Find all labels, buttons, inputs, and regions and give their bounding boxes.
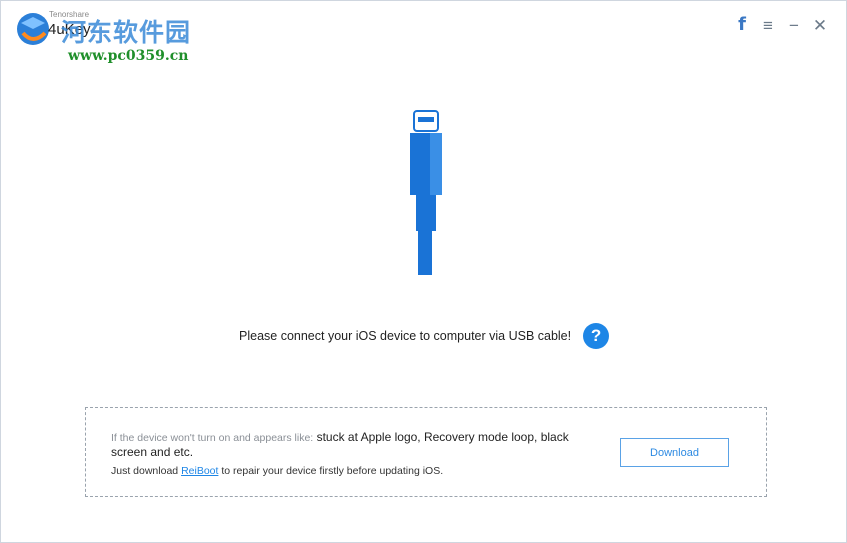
title-bar: Tenorshare 4uKey 河东软件园 www.pc0359.cn f ≡…	[1, 1, 846, 64]
reiboot-link[interactable]: ReiBoot	[181, 465, 218, 477]
reiboot-info-box: If the device won't turn on and appears …	[85, 407, 767, 497]
watermark-text: 河东软件园	[61, 18, 192, 47]
window-controls: f ≡ − ✕	[736, 15, 827, 35]
tenorshare-logo-icon	[17, 13, 49, 45]
download-button[interactable]: Download	[620, 438, 729, 467]
facebook-icon[interactable]: f	[736, 15, 748, 35]
watermark-url: www.pc0359.cn	[68, 48, 189, 64]
app-window: Tenorshare 4uKey 河东软件园 www.pc0359.cn f ≡…	[0, 0, 847, 543]
device-issue-text: If the device won't turn on and appears …	[111, 430, 581, 459]
connect-prompt: Please connect your iOS device to comput…	[239, 323, 610, 349]
question-circle-icon[interactable]: ?	[583, 323, 610, 349]
minimize-button[interactable]: −	[788, 15, 800, 35]
connect-message: Please connect your iOS device to comput…	[239, 329, 572, 343]
reiboot-instructions: Just download ReiBoot to repair your dev…	[111, 465, 443, 477]
issue-prefix: If the device won't turn on and appears …	[111, 432, 314, 444]
close-button[interactable]: ✕	[813, 15, 827, 35]
lightning-cable-icon	[410, 110, 442, 275]
instruction-suffix: to repair your device firstly before upd…	[221, 465, 444, 477]
instruction-prefix: Just download	[111, 465, 179, 477]
menu-icon[interactable]: ≡	[762, 15, 774, 35]
